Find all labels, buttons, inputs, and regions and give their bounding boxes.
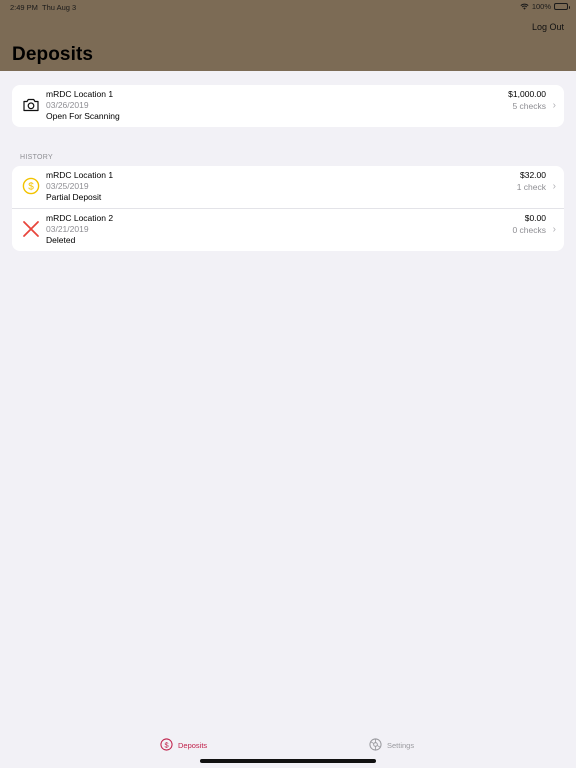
svg-text:$: $ [164, 740, 168, 749]
app: 2:49 PM Thu Aug 3 100% Log Out Deposits [0, 0, 576, 768]
chevron-right-icon: › [552, 224, 556, 235]
deposit-amount: $0.00 [524, 213, 546, 223]
current-deposit-card[interactable]: mRDC Location 1 03/26/2019 Open For Scan… [12, 85, 564, 127]
deposit-status: Partial Deposit [46, 192, 102, 202]
page-title: Deposits [12, 44, 94, 65]
tab-settings[interactable]: Settings [369, 738, 414, 753]
dollar-circle-icon: $ [160, 738, 173, 753]
deposit-checks: 0 checks [512, 225, 546, 235]
current-deposit-row[interactable]: mRDC Location 1 03/26/2019 Open For Scan… [12, 85, 564, 127]
x-mark-icon [22, 220, 40, 238]
deposit-title: mRDC Location 1 [46, 170, 114, 180]
deposit-date: 03/26/2019 [46, 100, 89, 110]
battery-percent: 100% [531, 2, 551, 11]
battery-icon [554, 3, 570, 10]
tab-deposits[interactable]: $ Deposits [160, 738, 207, 753]
status-date: Thu Aug 3 [42, 3, 77, 12]
dollar-coin-icon: $ [22, 177, 40, 195]
camera-icon [22, 96, 40, 114]
chevron-right-icon: › [552, 181, 556, 192]
history-card: $ mRDC Location 1 03/25/2019 Partial Dep… [12, 166, 564, 251]
gear-icon [369, 738, 382, 753]
status-right: 100% [520, 2, 570, 11]
chevron-right-icon: › [552, 100, 556, 111]
home-indicator [200, 759, 376, 763]
deposit-amount: $1,000.00 [508, 89, 546, 99]
deposit-date: 03/25/2019 [46, 181, 89, 191]
deposit-checks: 1 check [516, 182, 546, 192]
deposit-status: Open For Scanning [46, 111, 120, 121]
svg-text:$: $ [28, 182, 34, 193]
tab-settings-label: Settings [387, 741, 415, 750]
status-time: 2:49 PM [10, 3, 38, 12]
history-row[interactable]: $ mRDC Location 1 03/25/2019 Partial Dep… [12, 166, 564, 208]
deposit-amount: $32.00 [520, 170, 546, 180]
history-row[interactable]: mRDC Location 2 03/21/2019 Deleted $0.00… [12, 208, 564, 250]
status-bar: 2:49 PM Thu Aug 3 100% [0, 0, 576, 14]
deposit-date: 03/21/2019 [46, 224, 89, 234]
logout-button[interactable]: Log Out [532, 22, 564, 32]
deposit-title: mRDC Location 1 [46, 89, 114, 99]
wifi-icon [520, 3, 529, 10]
nav-header: 2:49 PM Thu Aug 3 100% Log Out Deposits [0, 0, 576, 71]
deposit-status: Deleted [46, 235, 76, 245]
deposit-checks: 5 checks [512, 101, 546, 111]
tab-deposits-label: Deposits [178, 741, 208, 750]
deposit-title: mRDC Location 2 [46, 213, 114, 223]
history-section-header: HISTORY [20, 154, 53, 161]
